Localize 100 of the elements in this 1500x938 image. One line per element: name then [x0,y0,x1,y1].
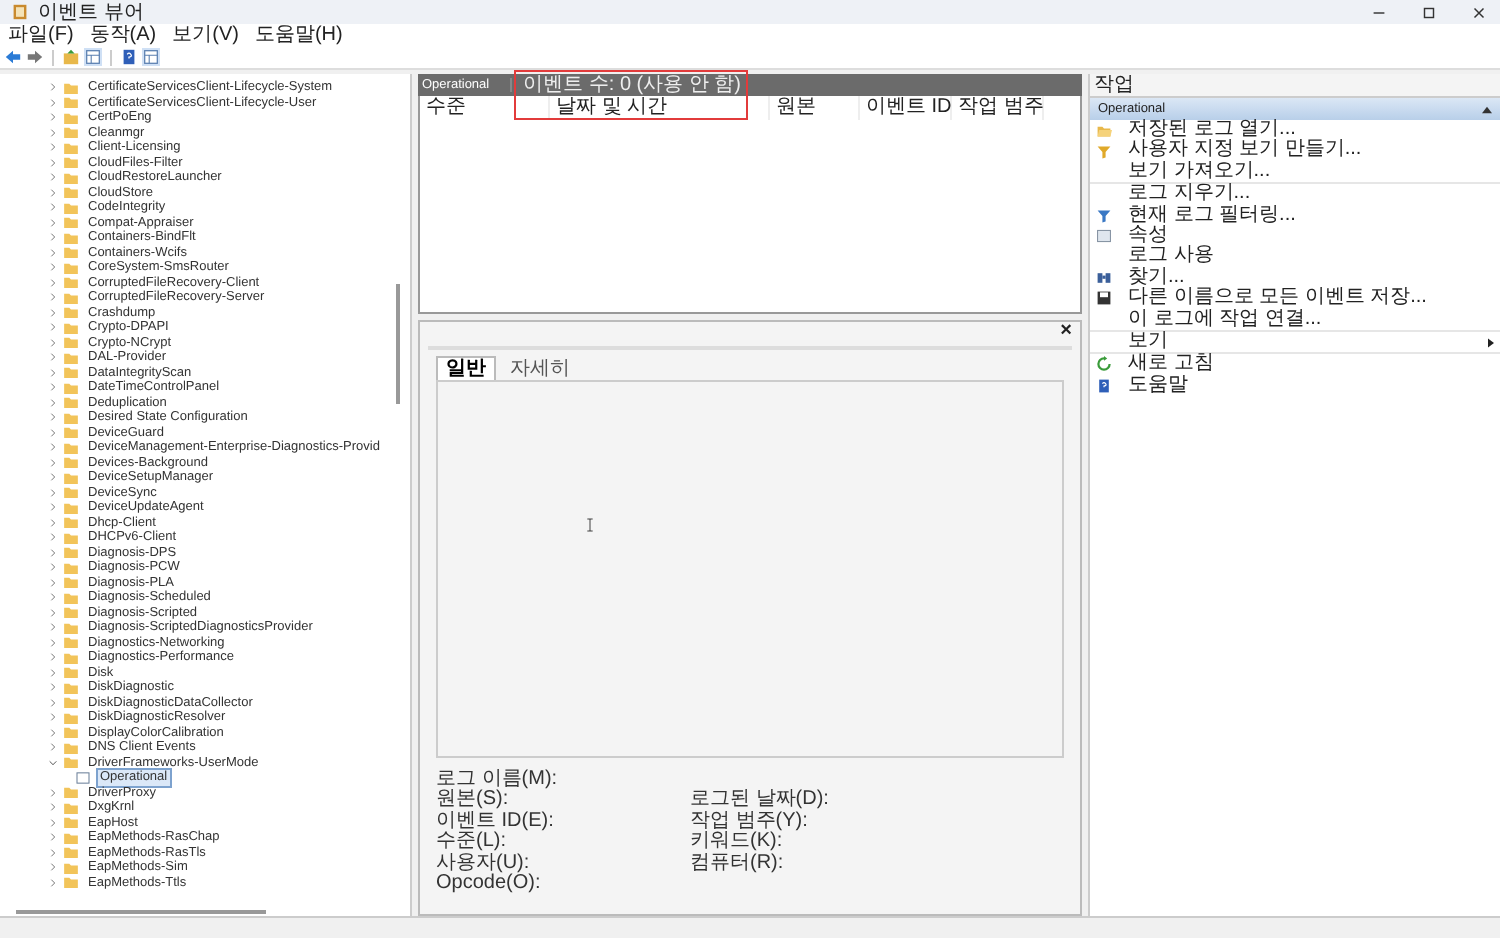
folder-icon [1096,122,1112,139]
chevron-icon[interactable] [48,142,58,153]
action-link[interactable]: 속성 [1090,225,1500,247]
action-link[interactable]: 현재 로그 필터링... [1090,205,1500,226]
back-arrow-icon[interactable] [4,48,22,66]
chevron-icon[interactable] [48,682,58,693]
chevron-icon[interactable] [48,547,58,558]
close-button[interactable]: × [1060,322,1072,342]
window-title: 이벤트 뷰어 [38,0,144,25]
chevron-icon[interactable] [48,472,58,483]
menu-item[interactable]: 보기(V) [172,24,239,46]
action-link[interactable]: 새로 고침 [1090,354,1500,376]
chevron-icon[interactable] [48,667,58,678]
chevron-icon[interactable] [48,622,58,633]
action-link[interactable]: 찾기... [1090,267,1500,289]
chevron-icon[interactable] [48,262,58,273]
grid-icon[interactable] [84,48,102,66]
action-link[interactable]: 보기 가져오기... [1090,161,1500,185]
chevron-icon[interactable] [48,787,58,798]
action-link[interactable]: 이 로그에 작업 연결... [1090,309,1500,332]
chevron-icon[interactable] [48,697,58,708]
chevron-icon[interactable] [48,397,58,408]
chevron-icon[interactable] [48,202,58,213]
chevron-icon[interactable] [48,637,58,648]
chevron-icon[interactable] [48,757,58,768]
field-label: 로그된 날짜(D): [690,790,831,811]
column-header[interactable]: 날짜 및 시간 [550,96,770,120]
chevron-icon[interactable] [48,112,58,123]
panel-title: 작업 [1094,74,1134,96]
chevron-icon[interactable] [48,352,58,363]
chevron-icon[interactable] [48,562,58,573]
column-header[interactable]: 수준 [420,96,550,120]
chevron-icon[interactable] [48,412,58,423]
chevron-icon[interactable] [48,742,58,753]
chevron-icon[interactable] [48,127,58,138]
chevron-icon[interactable] [48,502,58,513]
chevron-icon[interactable] [48,307,58,318]
menu-item[interactable]: 파일(F) [8,24,74,46]
chevron-icon[interactable] [48,727,58,738]
chevron-icon[interactable] [48,577,58,588]
chevron-icon[interactable] [48,712,58,723]
submenu-arrow-icon [1488,337,1494,348]
field-label: 수준(L): [436,832,506,853]
chevron-icon[interactable] [48,232,58,243]
scrollbar[interactable] [16,910,266,914]
chevron-icon[interactable] [48,82,58,93]
chevron-icon[interactable] [48,652,58,663]
scrollbar[interactable] [396,284,400,404]
chevron-icon[interactable] [48,322,58,333]
chevron-icon[interactable] [48,817,58,828]
action-link[interactable]: 다른 이름으로 모든 이벤트 저장... [1090,288,1500,310]
maximize-icon[interactable] [1420,3,1438,21]
chevron-icon[interactable] [48,592,58,603]
action-link[interactable]: 도움말 [1090,375,1500,397]
chevron-icon[interactable] [48,172,58,183]
chevron-icon[interactable] [48,187,58,198]
chevron-icon[interactable] [48,97,58,108]
app-icon [12,4,28,20]
chevron-icon[interactable] [48,487,58,498]
menu-item[interactable]: 도움말(H) [254,24,343,46]
chevron-icon[interactable] [48,607,58,618]
chevron-icon[interactable] [48,532,58,543]
chevron-icon[interactable] [48,862,58,873]
chevron-icon[interactable] [48,802,58,813]
action-link[interactable]: 저장된 로그 열기... [1090,120,1500,141]
forward-arrow-icon[interactable] [26,48,44,66]
chevron-icon[interactable] [48,247,58,258]
chevron-icon[interactable] [48,442,58,453]
column-header[interactable]: 작업 범주 [952,96,1044,120]
chevron-icon[interactable] [48,217,58,228]
help-icon[interactable] [120,48,138,66]
grid-icon[interactable] [142,48,160,66]
column-header[interactable]: 원본 [770,96,860,120]
chevron-icon[interactable] [48,292,58,303]
chevron-icon[interactable] [48,832,58,843]
chevron-icon[interactable] [48,847,58,858]
chevron-icon[interactable] [48,427,58,438]
collapse-icon [1482,105,1492,113]
menu-item[interactable]: 동작(A) [89,24,157,46]
tab[interactable]: 일반 [436,356,496,380]
chevron-icon[interactable] [48,157,58,168]
action-link[interactable]: 사용자 지정 보기 만들기... [1090,140,1500,162]
action-link[interactable]: 로그 지우기... [1090,184,1500,206]
field-label: 원본(S): [436,790,509,811]
chevron-icon[interactable] [48,517,58,528]
folder-icon[interactable] [62,48,80,66]
close-icon[interactable] [1470,3,1488,21]
help-icon [1096,377,1112,394]
action-link[interactable]: 로그 사용 [1090,246,1500,268]
chevron-icon[interactable] [48,457,58,468]
log-icon [76,771,90,784]
action-link[interactable]: 보기 [1090,331,1500,355]
chevron-icon[interactable] [48,337,58,348]
column-header[interactable]: 이벤트 ID [860,96,952,120]
field-label: 로그 이름(M): [436,770,560,790]
chevron-icon[interactable] [48,382,58,393]
chevron-icon[interactable] [48,367,58,378]
chevron-icon[interactable] [48,277,58,288]
chevron-icon[interactable] [48,877,58,888]
tab[interactable]: 자세히 [500,356,580,380]
